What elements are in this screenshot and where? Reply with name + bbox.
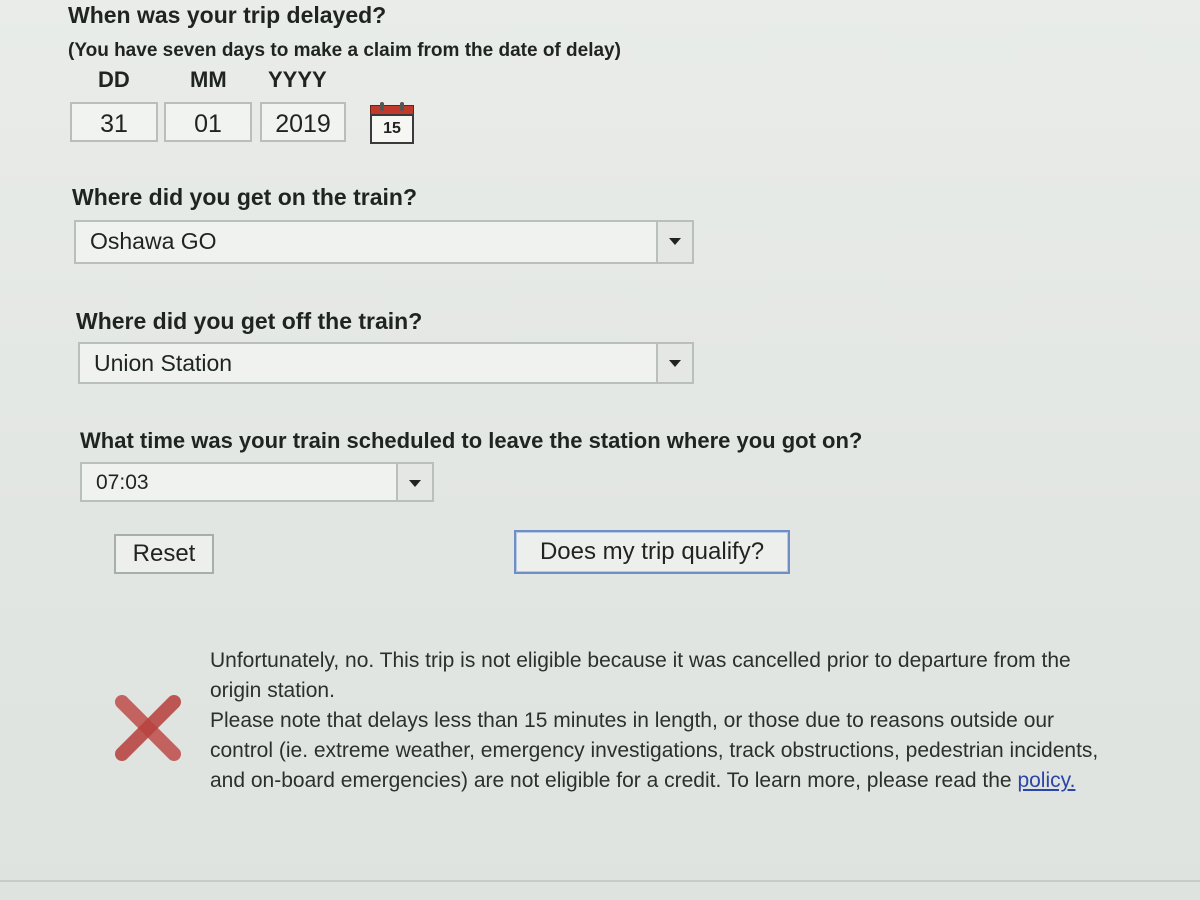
chevron-down-icon[interactable] — [396, 464, 432, 500]
chevron-down-icon[interactable] — [656, 222, 692, 262]
departure-time-value: 07:03 — [96, 471, 149, 494]
claim-window-note: (You have seven days to make a claim fro… — [68, 40, 621, 61]
boarding-station-select[interactable]: Oshawa GO — [74, 220, 694, 264]
alighting-station-select[interactable]: Union Station — [78, 342, 694, 384]
boarding-station-label: Where did you get on the train? — [72, 184, 417, 210]
day-input[interactable]: 31 — [70, 102, 158, 142]
reset-button[interactable]: Reset — [114, 534, 214, 574]
year-label: YYYY — [268, 67, 327, 92]
alighting-station-value: Union Station — [94, 350, 233, 376]
boarding-station-value: Oshawa GO — [90, 228, 217, 254]
ineligible-message: Unfortunately, no. This trip is not elig… — [210, 649, 1071, 702]
red-x-icon — [115, 695, 181, 761]
policy-note: Please note that delays less than 15 min… — [210, 706, 1110, 796]
departure-time-label: What time was your train scheduled to le… — [80, 428, 863, 453]
delay-claim-form: When was your trip delayed? (You have se… — [0, 0, 1200, 900]
year-input[interactable]: 2019 — [260, 102, 346, 142]
departure-time-select[interactable]: 07:03 — [80, 462, 434, 502]
calendar-icon-day: 15 — [370, 114, 414, 144]
qualify-button[interactable]: Does my trip qualify? — [514, 530, 790, 574]
divider — [0, 880, 1200, 882]
trip-date-question: When was your trip delayed? — [68, 2, 387, 28]
month-input[interactable]: 01 — [164, 102, 252, 142]
chevron-down-icon[interactable] — [656, 344, 692, 382]
calendar-icon[interactable]: 15 — [370, 102, 414, 144]
day-label: DD — [98, 67, 130, 92]
policy-note-text: Please note that delays less than 15 min… — [210, 709, 1099, 792]
alighting-station-label: Where did you get off the train? — [76, 308, 423, 334]
policy-link[interactable]: policy. — [1017, 769, 1075, 792]
month-label: MM — [190, 67, 227, 92]
